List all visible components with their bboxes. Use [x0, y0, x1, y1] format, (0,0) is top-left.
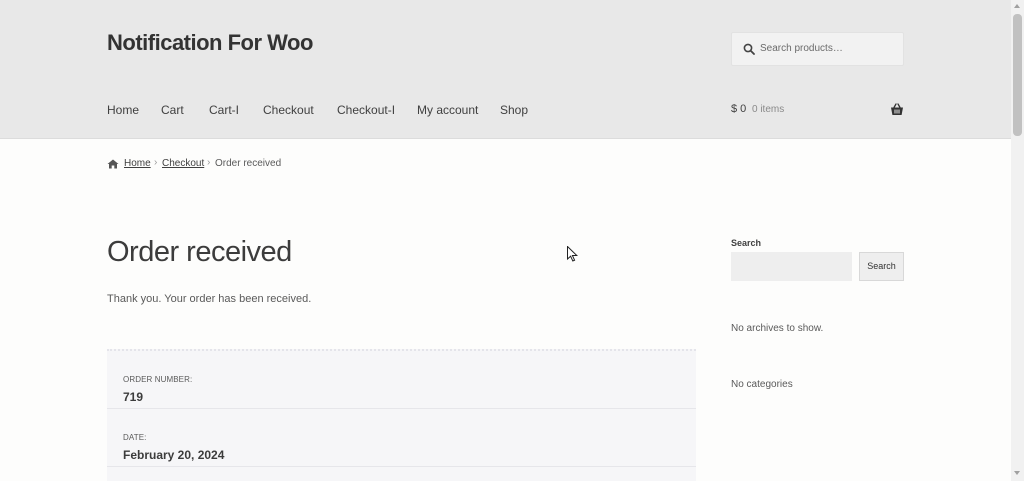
order-date-label: DATE:	[123, 433, 147, 442]
header-cart[interactable]: $ 0 0 items	[731, 103, 904, 119]
nav-item-cart[interactable]: Cart	[161, 103, 184, 117]
mouse-pointer-icon	[567, 246, 578, 262]
scroll-up-arrow-icon[interactable]	[1014, 4, 1020, 8]
breadcrumb-home-link[interactable]: Home	[124, 158, 151, 169]
basket-icon	[891, 103, 903, 115]
order-number-label: ORDER NUMBER:	[123, 375, 193, 384]
nav-item-my-account[interactable]: My account	[417, 103, 478, 117]
cart-amount: $ 0	[731, 103, 747, 115]
order-received-message: Thank you. Your order has been received.	[107, 293, 312, 305]
sidebar-search-button[interactable]: Search	[859, 252, 904, 281]
order-overview: ORDER NUMBER: 719 DATE: February 20, 202…	[107, 349, 696, 481]
scroll-down-arrow-icon[interactable]	[1014, 471, 1020, 475]
sidebar-search-input[interactable]	[731, 252, 852, 281]
categories-empty-text: No categories	[731, 379, 793, 390]
search-icon	[743, 43, 755, 55]
breadcrumb-checkout-link[interactable]: Checkout	[162, 158, 204, 169]
site-title[interactable]: Notification For Woo	[107, 30, 313, 56]
product-search-field[interactable]: Search products…	[731, 32, 904, 66]
product-search-placeholder: Search products…	[760, 43, 843, 54]
breadcrumb-current: Order received	[215, 158, 282, 169]
cart-item-count: 0 items	[752, 104, 785, 115]
order-date-value: February 20, 2024	[123, 448, 225, 462]
vertical-scrollbar[interactable]	[1011, 0, 1024, 481]
order-number-row: ORDER NUMBER: 719	[107, 351, 696, 409]
site-header: Notification For Woo Search products… Ho…	[0, 0, 1011, 139]
home-icon	[107, 159, 119, 169]
sidebar-search-label: Search	[731, 238, 762, 248]
nav-item-cart-i[interactable]: Cart-I	[209, 103, 239, 117]
nav-item-home[interactable]: Home	[107, 103, 139, 117]
archives-empty-text: No archives to show.	[731, 323, 824, 334]
order-number-value: 719	[123, 390, 144, 404]
order-date-row: DATE: February 20, 2024	[107, 409, 696, 467]
breadcrumb-separator: ›	[207, 157, 211, 168]
nav-item-checkout-i[interactable]: Checkout-I	[337, 103, 395, 117]
breadcrumb-separator: ›	[154, 157, 158, 168]
scrollbar-thumb[interactable]	[1013, 14, 1022, 136]
nav-item-shop[interactable]: Shop	[500, 103, 528, 117]
page-title: Order received	[107, 236, 292, 268]
nav-item-checkout[interactable]: Checkout	[263, 103, 314, 117]
